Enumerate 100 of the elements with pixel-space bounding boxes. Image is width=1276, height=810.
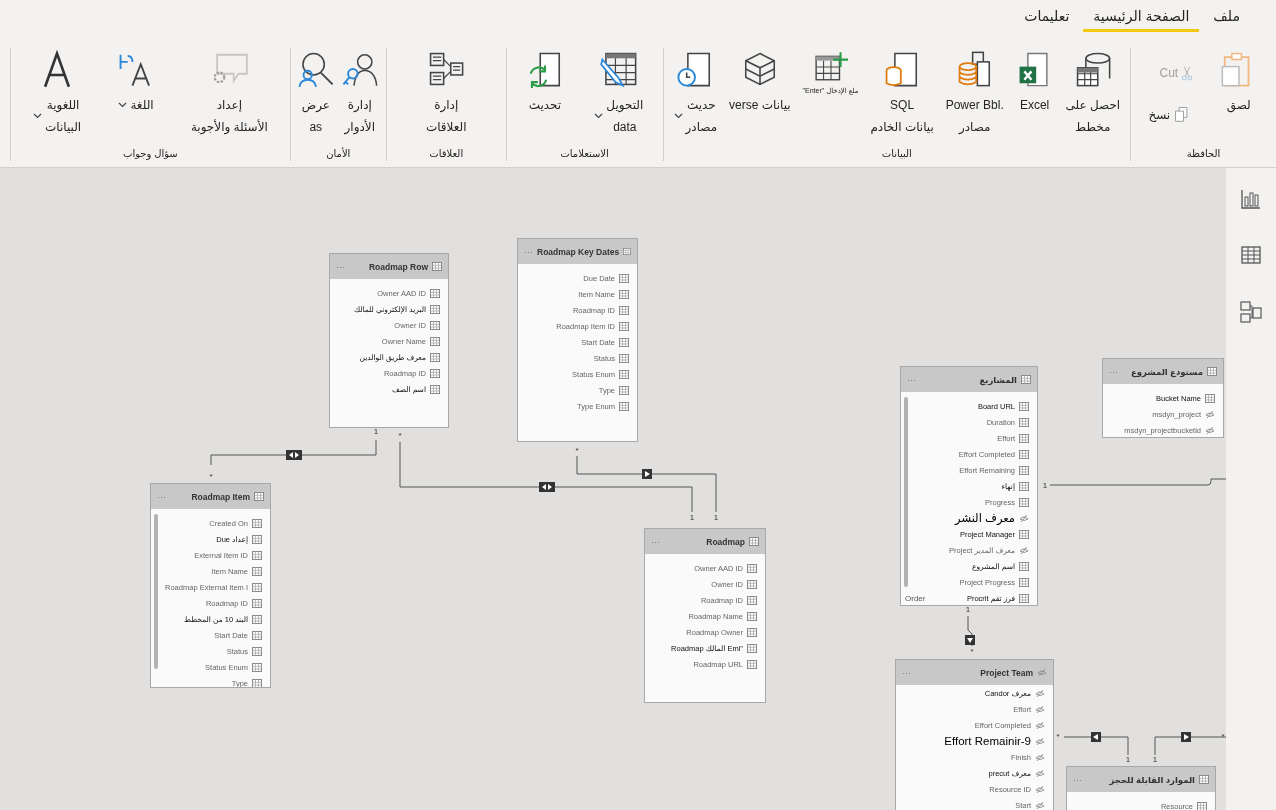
table-title: Roadmap Key Dates <box>537 246 620 257</box>
ribbon-button[interactable]: Excel <box>1012 48 1057 118</box>
ribbon-button[interactable]: إعداد الأسئلة والأجوبة <box>187 48 271 140</box>
table-title: Roadmap Item <box>191 491 250 502</box>
ribbon-button[interactable]: إدارة الأدوار <box>337 48 382 140</box>
caret-icon <box>594 113 604 119</box>
cardinality-label: 1 <box>713 513 719 522</box>
hidden-icon <box>1035 720 1045 730</box>
table-icon <box>1019 433 1029 443</box>
table-icon <box>1019 481 1029 491</box>
table-icon <box>252 646 262 656</box>
table-icon <box>749 537 759 546</box>
table-icon <box>747 579 757 589</box>
table-icon <box>252 534 262 544</box>
relationship-line[interactable] <box>965 615 975 647</box>
table-icon <box>1019 593 1029 603</box>
table-icon <box>747 627 757 637</box>
table-icon <box>252 662 262 672</box>
table-edit-icon <box>599 50 638 88</box>
scissors-icon <box>1182 65 1193 81</box>
menu-tab[interactable]: ملف <box>1203 0 1250 32</box>
relationship-line[interactable] <box>210 439 377 466</box>
relationship-line[interactable] <box>1154 732 1226 756</box>
cardinality-label: 1 <box>1152 755 1158 764</box>
hidden-icon <box>1037 668 1047 677</box>
table-icon <box>252 614 262 624</box>
ribbon-button[interactable]: لصق <box>1216 48 1261 118</box>
table-icon <box>1197 801 1207 810</box>
table-icon <box>619 321 629 331</box>
cardinality-label: 1 <box>965 605 971 614</box>
table-icon <box>252 598 262 608</box>
model-view-button[interactable] <box>1237 298 1265 326</box>
relationship-diagram-icon <box>427 50 466 88</box>
hidden-icon <box>1205 425 1215 435</box>
hidden-icon <box>1035 784 1045 794</box>
hidden-icon <box>1205 409 1215 419</box>
relationship-line[interactable] <box>1063 732 1129 756</box>
field-item[interactable]: معرف النشر <box>901 510 1037 526</box>
ribbon-button[interactable]: بيانات verse <box>726 48 794 118</box>
ribbon-button[interactable]: نسخ <box>1146 100 1195 130</box>
table-icon <box>1205 393 1215 403</box>
table-title: Roadmap Row <box>368 261 428 272</box>
menu-tab[interactable]: الصفحة الرئيسية <box>1083 0 1200 32</box>
table-icon <box>252 566 262 576</box>
table-icon <box>619 305 629 315</box>
table-icon <box>430 320 440 330</box>
table-title: Roadmap <box>706 536 745 547</box>
table-icon <box>1019 449 1029 459</box>
caret-icon <box>33 113 42 119</box>
ribbon-button[interactable]: اللغوية البيانات <box>30 48 85 140</box>
field-item[interactable]: Effort Remainir-9 <box>896 733 1053 749</box>
table-icon <box>623 247 631 256</box>
ribbon-button[interactable]: احصل على مخطط <box>1062 48 1124 140</box>
ribbon-button[interactable]: اللغة <box>114 48 159 118</box>
table-icon <box>747 643 757 653</box>
table-icon <box>1021 375 1031 384</box>
table-icon <box>1019 465 1029 475</box>
table-icon <box>430 368 440 378</box>
table-icon <box>254 492 264 501</box>
table-icon <box>619 385 629 395</box>
table-icon <box>1019 401 1029 411</box>
table-icon <box>619 353 629 363</box>
ribbon-button[interactable]: تحديث <box>522 48 567 118</box>
table-icon <box>430 352 440 362</box>
ribbon-button[interactable]: إدارة العلاقات <box>422 48 470 140</box>
table-icon <box>252 582 262 592</box>
table-title: مستودع المشروع <box>1130 366 1203 377</box>
table-icon <box>430 384 440 394</box>
menu-tab[interactable]: تعليمات <box>1014 0 1080 32</box>
table-icon <box>1019 577 1029 587</box>
cardinality-label: 1 <box>1042 481 1048 490</box>
hidden-icon <box>1035 768 1045 778</box>
hidden-icon <box>1035 800 1045 810</box>
cardinality-label: * <box>1056 732 1060 741</box>
table-icon <box>430 304 440 314</box>
hidden-icon <box>1035 752 1045 762</box>
caret-icon <box>118 102 128 108</box>
group-label: الاستعلامات <box>559 148 610 161</box>
table-icon <box>252 550 262 560</box>
cardinality-label: 1 <box>689 513 695 522</box>
group-label: العلاقات <box>428 148 465 161</box>
cardinality-label: * <box>575 446 579 455</box>
table-icon <box>430 336 440 346</box>
ribbon-button[interactable]: حديث مصادر <box>670 48 721 140</box>
scrollbar[interactable] <box>154 514 158 669</box>
cardinality-label: * <box>1221 732 1225 741</box>
table-icon <box>747 595 757 605</box>
table-icon <box>252 678 262 687</box>
cardinality-label: 1 <box>1125 755 1131 764</box>
table-icon <box>252 518 262 528</box>
table-icon <box>1207 367 1217 376</box>
table-title: المشاريع <box>979 374 1017 385</box>
caret-icon <box>673 113 683 119</box>
cardinality-label: * <box>398 431 402 440</box>
cardinality-label: * <box>209 472 213 481</box>
table-title: الموارد القابلة للحجز <box>1109 774 1195 785</box>
scrollbar[interactable] <box>904 397 908 587</box>
cardinality-label: 1 <box>373 427 379 436</box>
table-icon <box>1019 561 1029 571</box>
group-label: الحافظة <box>1185 148 1222 161</box>
